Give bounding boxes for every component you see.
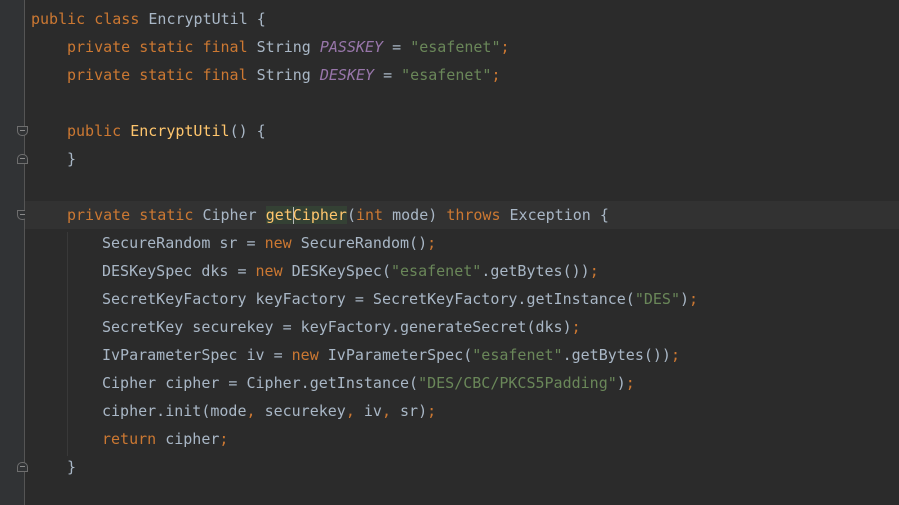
code-token: Cipher cipher = Cipher.getInstance( [102,374,419,392]
code-token: SecretKey securekey = keyFactory.generat… [102,318,572,336]
code-editor[interactable]: public class EncryptUtil { private stati… [0,0,899,505]
code-token: EncryptUtil [148,10,248,28]
code-token: new [291,346,328,364]
code-token: int [356,206,393,224]
fold-end-icon[interactable] [17,462,28,472]
code-token: "esafenet" [410,38,501,56]
code-token: "esafenet" [401,66,492,84]
code-line-5[interactable]: public EncryptUtil() { [31,117,266,145]
code-token: "DES" [634,290,680,308]
code-token: ; [689,290,699,308]
code-token: ; [219,430,229,448]
code-token: = [374,66,402,84]
code-token: Cipher [292,206,347,224]
code-token: Cipher [202,206,266,224]
code-line-3[interactable]: private static final String DESKEY = "es… [31,61,501,89]
code-token: new [255,262,292,280]
code-token: ; [589,262,599,280]
code-token: , [381,402,401,420]
code-token: = [383,38,411,56]
code-token: "esafenet" [472,346,563,364]
code-token: sr) [400,402,428,420]
code-token: ; [625,374,635,392]
code-token: DESKEY [319,66,375,84]
code-token: , [345,402,364,420]
code-line-10[interactable]: DESKeySpec dks = new DESKeySpec("esafene… [31,257,599,285]
code-line-12[interactable]: SecretKey securekey = keyFactory.generat… [31,313,581,341]
code-token: throws [446,206,510,224]
code-token: SecureRandom sr = [102,234,265,252]
code-line-1[interactable]: public class EncryptUtil { [31,5,266,33]
code-line-14[interactable]: Cipher cipher = Cipher.getInstance("DES/… [31,369,635,397]
code-line-9[interactable]: SecureRandom sr = new SecureRandom(); [31,229,436,257]
code-token: SecureRandom() [300,234,428,252]
fold-collapse-icon[interactable] [17,126,28,136]
code-token: securekey [264,402,346,420]
code-token: DESKeySpec dks = [102,262,256,280]
code-token: ) [679,290,690,308]
code-line-8-current[interactable]: private static Cipher getCipher(int mode… [25,201,899,229]
fold-end-icon[interactable] [17,154,28,164]
code-line-15[interactable]: cipher.init(mode, securekey, iv, sr); [31,397,436,425]
code-token: mode) [392,206,447,224]
code-token: public class [31,10,149,28]
code-token: ; [571,318,581,336]
code-token: ; [427,402,437,420]
code-token: ; [500,38,510,56]
code-token: } [67,458,77,476]
code-token: ) [616,374,626,392]
code-token: "esafenet" [391,262,482,280]
code-token: IvParameterSpec iv = [102,346,292,364]
code-line-17[interactable]: } [31,453,76,481]
code-token: String [256,66,320,84]
code-token: new [264,234,301,252]
code-token: { [247,10,266,28]
code-line-2[interactable]: private static final String PASSKEY = "e… [31,33,510,61]
code-token: IvParameterSpec( [327,346,473,364]
code-token: public [67,122,131,140]
code-token: SecretKeyFactory keyFactory = SecretKeyF… [102,290,635,308]
code-line-13[interactable]: IvParameterSpec iv = new IvParameterSpec… [31,341,680,369]
code-token: ; [491,66,501,84]
code-token: .getBytes()) [481,262,590,280]
code-token: private static final [67,66,257,84]
code-token: cipher.init(mode [102,402,247,420]
code-token: Exception { [509,206,609,224]
code-token-highlighted: getCipher [265,206,347,224]
code-token: () { [229,122,266,140]
code-token: get [265,206,293,224]
code-token: } [67,150,77,168]
code-token: .getBytes()) [562,346,671,364]
code-token: EncryptUtil [130,122,230,140]
code-token: "DES/CBC/PKCS5Padding" [418,374,617,392]
code-token: String [256,38,320,56]
code-token: iv [363,402,382,420]
gutter-separator [24,0,25,505]
code-token: return [102,430,166,448]
code-line-16[interactable]: return cipher; [31,425,228,453]
code-line-11[interactable]: SecretKeyFactory keyFactory = SecretKeyF… [31,285,698,313]
code-token: private static final [67,38,257,56]
code-token: PASSKEY [319,38,384,56]
code-token: ( [346,206,356,224]
code-token: ; [427,234,437,252]
code-token: DESKeySpec( [291,262,391,280]
code-token: private static [67,206,203,224]
code-token: cipher [165,430,220,448]
editor-gutter[interactable] [0,0,24,505]
code-line-6[interactable]: } [31,145,76,173]
code-token: , [246,402,265,420]
code-token: ; [670,346,680,364]
